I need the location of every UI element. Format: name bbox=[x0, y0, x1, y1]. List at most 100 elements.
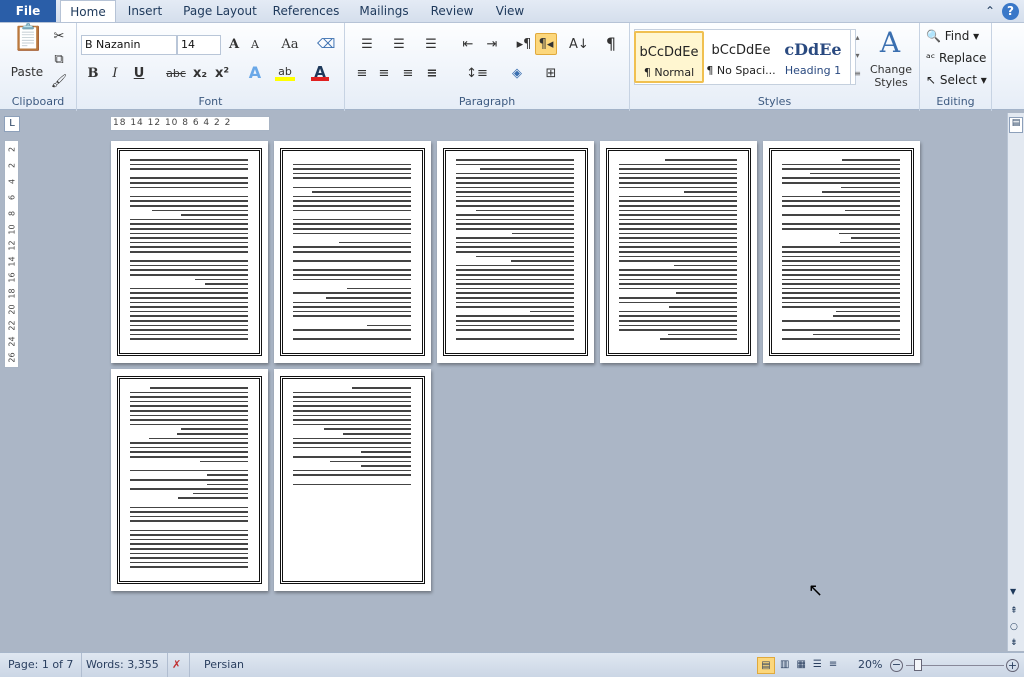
shading-icon[interactable]: ◈ bbox=[505, 65, 529, 83]
zoom-level[interactable]: 20% bbox=[858, 653, 882, 677]
replace-button[interactable]: ᵃᶜ Replace bbox=[926, 49, 992, 67]
tab-file[interactable]: File bbox=[0, 0, 56, 23]
browse-object-icons[interactable]: ⇞ ○ ⇟ bbox=[1010, 603, 1018, 651]
superscript-button[interactable]: x² bbox=[213, 65, 231, 83]
change-case-icon[interactable]: Aa bbox=[277, 36, 303, 54]
scroll-down-icon[interactable]: ▼ bbox=[1010, 587, 1016, 596]
change-styles-button[interactable]: Change Styles bbox=[866, 63, 916, 89]
text-line bbox=[130, 423, 248, 426]
tab-review[interactable]: Review bbox=[425, 0, 479, 23]
view-ruler-icon[interactable]: ▤ bbox=[1009, 117, 1023, 133]
bullets-icon[interactable]: ☰ bbox=[355, 36, 379, 54]
word-count[interactable]: Words: 3,355 bbox=[78, 653, 168, 677]
ltr-icon[interactable]: ▸¶ bbox=[515, 36, 533, 54]
document-page[interactable] bbox=[111, 141, 268, 363]
paste-icon[interactable]: 📋 bbox=[12, 25, 44, 61]
document-page[interactable] bbox=[274, 369, 431, 591]
clear-formatting-icon[interactable]: ⌫ bbox=[317, 36, 335, 54]
text-line bbox=[456, 283, 574, 285]
document-page[interactable] bbox=[274, 141, 431, 363]
page-count[interactable]: Page: 1 of 7 bbox=[0, 653, 83, 677]
document-page[interactable] bbox=[437, 141, 594, 363]
grow-font-icon[interactable]: A bbox=[225, 36, 243, 54]
document-page[interactable] bbox=[111, 369, 268, 591]
highlight-icon[interactable]: ab bbox=[275, 63, 295, 81]
strikethrough-button[interactable]: abc bbox=[165, 65, 187, 83]
text-line bbox=[619, 232, 737, 235]
print-layout-view-icon[interactable]: ▤ bbox=[757, 657, 775, 674]
shrink-font-icon[interactable]: A bbox=[247, 36, 263, 54]
text-line bbox=[782, 168, 900, 170]
decrease-indent-icon[interactable]: ⇤ bbox=[459, 36, 477, 54]
cut-icon[interactable]: ✂ bbox=[50, 28, 68, 46]
tab-references[interactable]: References bbox=[270, 0, 342, 23]
show-formatting-icon[interactable]: ¶ bbox=[603, 35, 619, 53]
tab-mailings[interactable]: Mailings bbox=[352, 0, 416, 23]
minimize-ribbon-icon[interactable]: ⌃ bbox=[982, 0, 998, 23]
text-line bbox=[130, 241, 248, 244]
tab-home[interactable]: Home bbox=[60, 0, 116, 23]
rtl-button[interactable]: ¶◂ bbox=[535, 33, 557, 55]
text-line bbox=[130, 451, 248, 453]
align-right-icon[interactable]: ≡ bbox=[399, 65, 417, 83]
paste-button[interactable]: Paste bbox=[6, 63, 48, 81]
text-effects-icon[interactable]: A bbox=[245, 64, 265, 82]
borders-icon[interactable]: ⊞ bbox=[539, 65, 563, 83]
zoom-in-icon[interactable]: + bbox=[1006, 659, 1019, 672]
justify-icon[interactable]: ≡ bbox=[423, 65, 441, 83]
text-line bbox=[293, 168, 411, 170]
find-button[interactable]: 🔍 Find ▾ bbox=[926, 27, 986, 45]
change-styles-icon[interactable]: A bbox=[874, 27, 906, 59]
text-line bbox=[456, 315, 574, 317]
copy-icon[interactable]: ⧉ bbox=[50, 51, 68, 69]
style-heading-1[interactable]: cDdEe Heading 1 bbox=[778, 31, 848, 83]
tab-selector[interactable]: L bbox=[4, 116, 20, 132]
numbering-icon[interactable]: ☰ bbox=[387, 36, 411, 54]
line-spacing-icon[interactable]: ↕≡ bbox=[465, 65, 489, 83]
text-line bbox=[456, 159, 574, 161]
document-page[interactable] bbox=[600, 141, 757, 363]
bold-button[interactable]: B bbox=[85, 65, 101, 83]
vertical-scrollbar[interactable]: ▤ ▼ ⇞ ○ ⇟ bbox=[1007, 113, 1024, 651]
align-center-icon[interactable]: ≡ bbox=[375, 65, 393, 83]
style-no-spacing[interactable]: bCcDdEe ¶ No Spaci... bbox=[706, 31, 776, 83]
text-line bbox=[782, 287, 900, 290]
text-line bbox=[130, 292, 248, 294]
font-group: B Nazanin 14 A A Aa ⌫ B I U abc x₂ x² A … bbox=[77, 23, 345, 111]
format-painter-icon[interactable]: 🖌 bbox=[50, 73, 68, 91]
ruler-tick: 2 bbox=[7, 146, 17, 153]
font-color-icon[interactable]: A bbox=[311, 63, 329, 81]
font-name-combo[interactable]: B Nazanin bbox=[81, 35, 177, 55]
multilevel-list-icon[interactable]: ☰ bbox=[419, 36, 443, 54]
style-normal[interactable]: bCcDdEe ¶ Normal bbox=[634, 31, 704, 83]
subscript-button[interactable]: x₂ bbox=[191, 65, 209, 83]
zoom-slider-thumb[interactable] bbox=[913, 659, 922, 671]
tab-view[interactable]: View bbox=[488, 0, 532, 23]
text-line bbox=[782, 269, 900, 271]
text-line bbox=[782, 251, 900, 253]
proofing-icon[interactable]: ✗ bbox=[164, 653, 191, 677]
align-left-icon[interactable]: ≡ bbox=[353, 65, 371, 83]
text-line bbox=[293, 209, 411, 212]
language[interactable]: Persian bbox=[196, 653, 252, 677]
horizontal-ruler[interactable]: 18 14 12 10 8 6 4 2 2 bbox=[110, 116, 270, 131]
text-line bbox=[293, 246, 411, 248]
document-page[interactable] bbox=[763, 141, 920, 363]
text-line bbox=[293, 410, 411, 412]
view-buttons[interactable]: ▥▦☰≡ bbox=[780, 653, 844, 677]
tab-page-layout[interactable]: Page Layout bbox=[180, 0, 260, 23]
select-button[interactable]: ↖ Select ▾ bbox=[926, 71, 992, 89]
sort-icon[interactable]: A↓ bbox=[569, 36, 589, 54]
text-line bbox=[130, 269, 248, 271]
increase-indent-icon[interactable]: ⇥ bbox=[483, 36, 501, 54]
tab-insert[interactable]: Insert bbox=[122, 0, 168, 23]
font-size-combo[interactable]: 14 bbox=[177, 35, 221, 55]
text-line bbox=[838, 232, 900, 235]
zoom-out-icon[interactable]: − bbox=[890, 659, 903, 672]
vertical-ruler[interactable]: 2 2 4 6 8 10 12 14 16 18 20 22 24 26 bbox=[4, 140, 19, 368]
text-line bbox=[206, 483, 248, 486]
italic-button[interactable]: I bbox=[107, 65, 123, 83]
underline-button[interactable]: U bbox=[131, 65, 147, 83]
help-icon[interactable]: ? bbox=[1002, 3, 1019, 20]
styles-gallery-scroll[interactable]: ▴ ▾ ≡ bbox=[850, 29, 864, 85]
